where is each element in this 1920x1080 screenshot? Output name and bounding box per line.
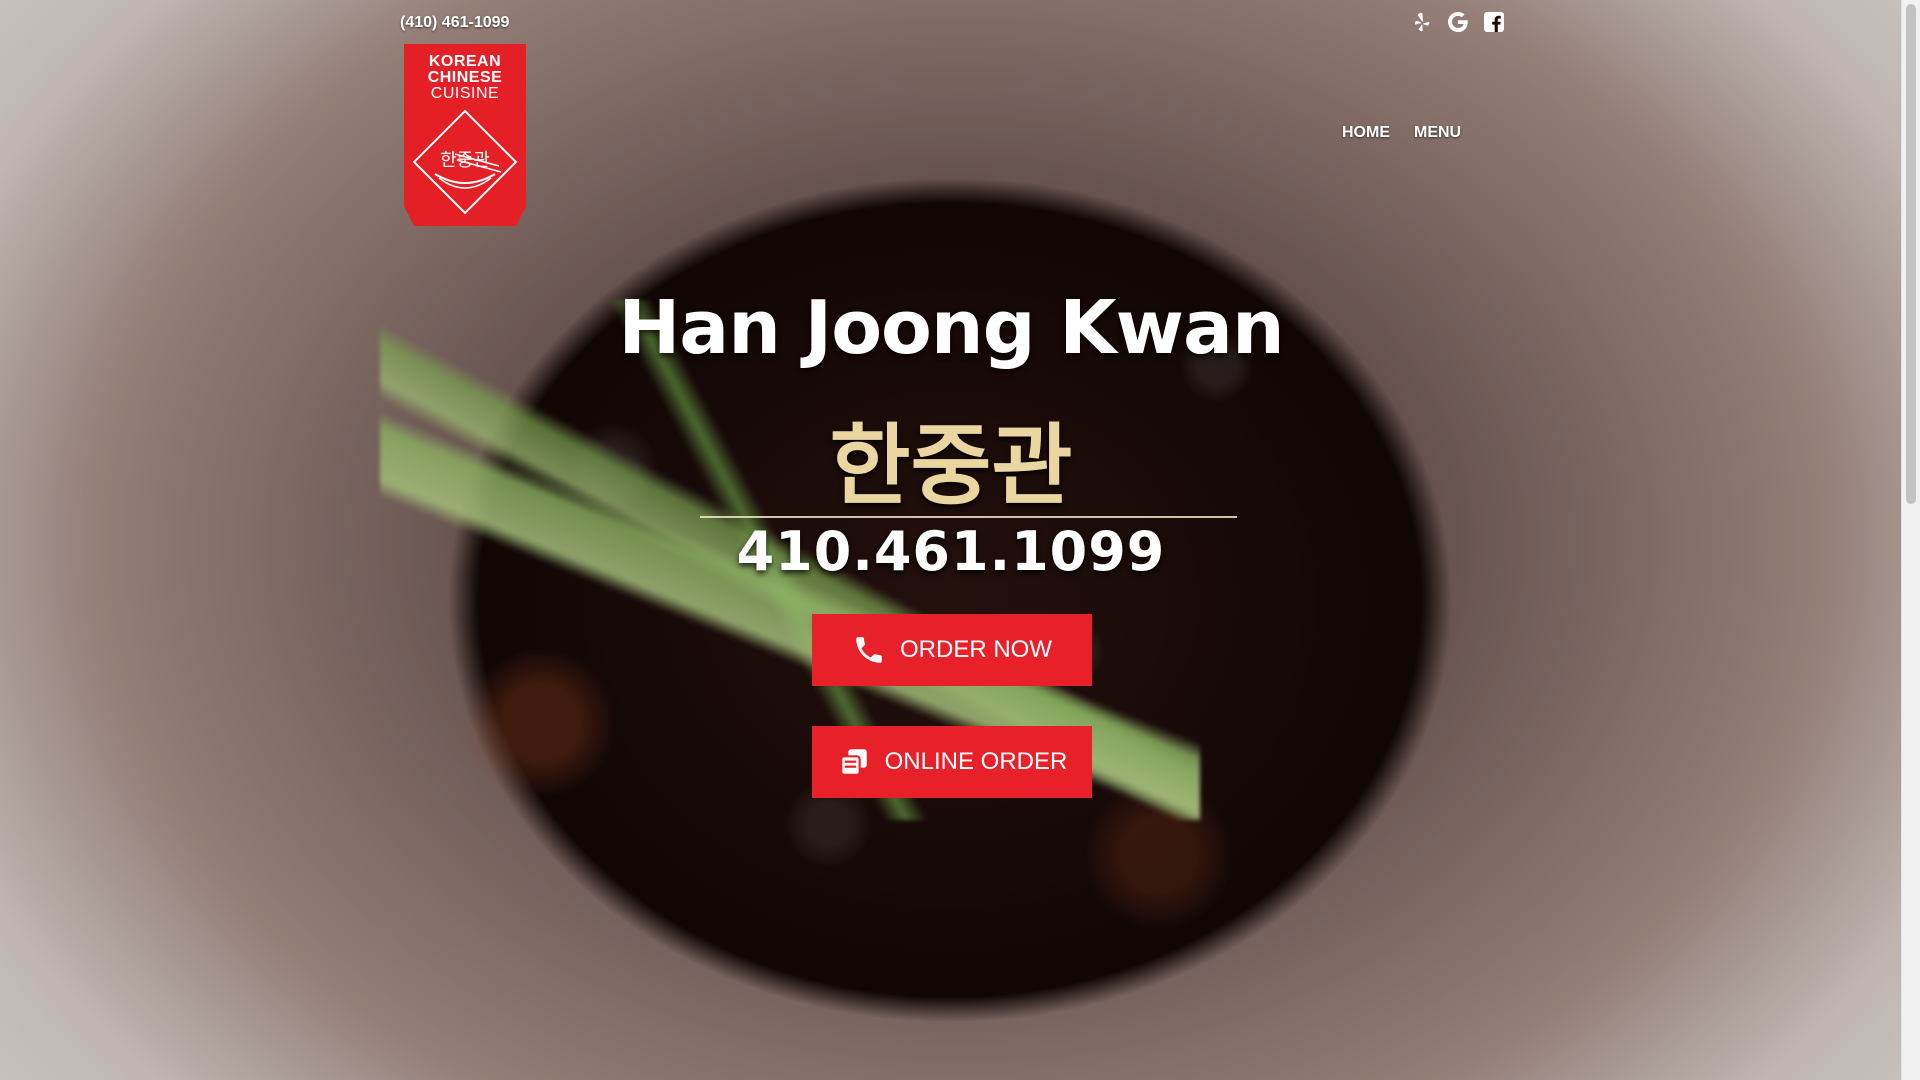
social-links	[1410, 10, 1506, 34]
site-logo[interactable]: 한중관 KOREAN CHINESE CUISINE	[404, 44, 526, 226]
page-title: Han Joong Kwan	[618, 285, 1284, 371]
main-nav: HOME MENU	[1342, 124, 1461, 142]
online-order-label: ONLINE ORDER	[884, 748, 1068, 775]
order-now-label: ORDER NOW	[900, 636, 1052, 663]
korean-title: 한중관	[829, 413, 1073, 517]
scrollbar-thumb[interactable]	[1906, 4, 1916, 504]
order-now-button[interactable]: ORDER NOW	[812, 614, 1092, 686]
header-phone-link[interactable]: (410) 461-1099	[400, 14, 509, 32]
yelp-icon[interactable]	[1410, 10, 1434, 34]
logo-line-korean: KOREAN	[428, 53, 502, 70]
logo-line-chinese: CHINESE	[427, 69, 503, 86]
hero-phone[interactable]: 410.461.1099	[0, 520, 1902, 583]
page-scrollbar[interactable]	[1901, 0, 1920, 1080]
google-icon[interactable]	[1446, 10, 1470, 34]
nav-item-home[interactable]: HOME	[1342, 124, 1390, 142]
facebook-icon[interactable]	[1482, 10, 1506, 34]
logo-line-cuisine: CUISINE	[430, 85, 500, 102]
online-order-button[interactable]: ONLINE ORDER	[812, 726, 1092, 798]
phone-icon	[856, 637, 882, 663]
logo-korean-text: 한중관	[440, 150, 490, 171]
title-divider	[700, 516, 1237, 518]
logo-text: KOREAN CHINESE CUISINE	[404, 54, 526, 102]
nav-item-menu[interactable]: MENU	[1414, 124, 1461, 142]
copy-icon	[839, 749, 867, 776]
